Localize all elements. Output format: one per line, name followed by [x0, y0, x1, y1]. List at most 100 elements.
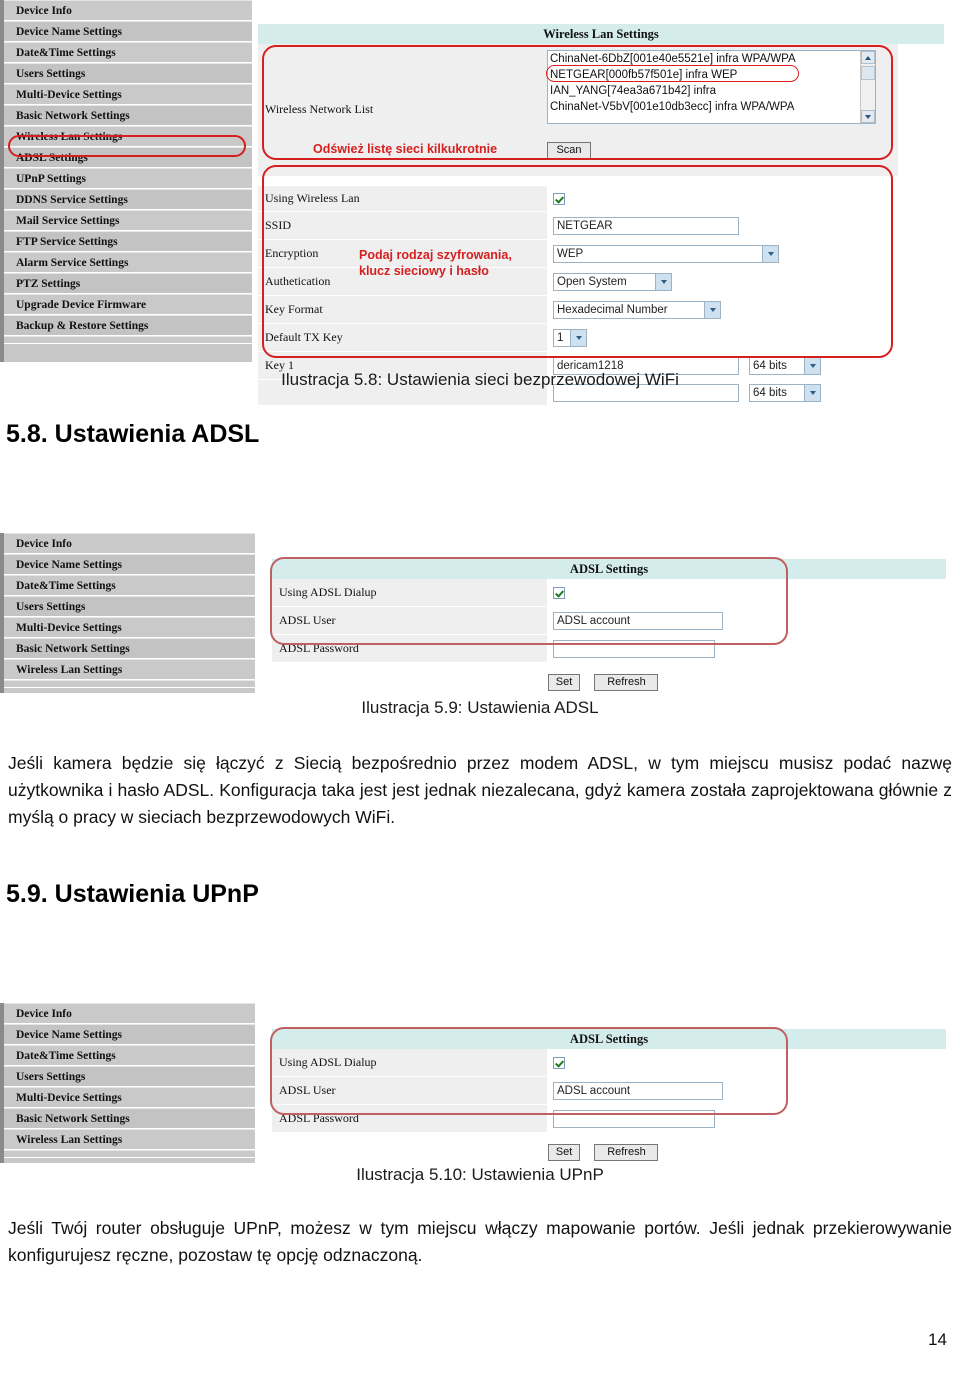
key-format-select[interactable]: Hexadecimal Number	[553, 300, 721, 319]
sidebar-item-label: Mail Service Settings	[16, 214, 120, 227]
sidebar-item-label: Device Name Settings	[16, 558, 123, 571]
sidebar-item-label: Wireless Lan Settings	[16, 663, 123, 676]
using-adsl-dialup-checkbox[interactable]	[553, 586, 565, 599]
sidebar-item-label: Wireless Lan Settings	[16, 1133, 123, 1146]
chevron-down-icon	[710, 308, 716, 312]
authetication-select[interactable]: Open System	[553, 272, 672, 291]
sidebar-item-basic-network-settings[interactable]: Basic Network Settings	[4, 1108, 255, 1129]
sidebar-item-ddns-service-settings[interactable]: DDNS Service Settings	[4, 189, 252, 210]
sidebar-item-multi-device-settings[interactable]: Multi-Device Settings	[4, 84, 252, 105]
sidebar-item-device-info[interactable]: Device Info	[4, 1003, 255, 1024]
sidebar-item-users-settings[interactable]: Users Settings	[4, 63, 252, 84]
sidebar-item-wireless-lan-settings[interactable]: Wireless Lan Settings	[4, 126, 252, 147]
wireless-network-listbox[interactable]: ChinaNet-6DbZ[001e40e5521e] infra WPA/WP…	[547, 50, 876, 124]
label-default-tx-key: Default TX Key	[258, 324, 547, 351]
scroll-up-icon[interactable]	[861, 51, 875, 64]
sidebar-item-users-settings[interactable]: Users Settings	[4, 1066, 255, 1087]
sidebar-item-wireless-lan-settings[interactable]: Wireless Lan Settings	[4, 659, 255, 680]
sidebar-item-device-name-settings[interactable]: Device Name Settings	[4, 1024, 255, 1045]
label-using-wireless-lan: Using Wireless Lan	[258, 186, 547, 211]
page-number: 14	[928, 1330, 947, 1349]
using-adsl-dialup-checkbox[interactable]	[553, 1056, 565, 1069]
adsl-buttons: Set Refresh	[548, 672, 659, 691]
adsl-user-input[interactable]: ADSL account	[553, 1081, 723, 1100]
row-default-tx-key: Default TX Key 1	[258, 324, 898, 352]
sidebar-item-date-time-settings[interactable]: Date&Time Settings	[4, 42, 252, 63]
encryption-select[interactable]: WEP	[553, 244, 779, 263]
sidebar-item-label: UPnP Settings	[16, 172, 86, 185]
using-wireless-lan-checkbox[interactable]	[553, 192, 565, 205]
sidebar-item-multi-device-settings[interactable]: Multi-Device Settings	[4, 617, 255, 638]
scan-button[interactable]: Scan	[547, 142, 591, 159]
device-sidebar-adsl[interactable]: Device Info Device Name Settings Date&Ti…	[0, 533, 255, 693]
row-adsl-password: ADSL Password	[272, 635, 787, 663]
annotation-encryption-line2: klucz sieciowy i hasło	[359, 264, 489, 278]
network-option[interactable]: IAN_YANG[74ea3a671b42] infra	[548, 83, 875, 99]
sidebar-item-backup-restore-settings[interactable]: Backup & Restore Settings	[4, 315, 252, 336]
network-option-selected[interactable]: NETGEAR[000fb57f501e] infra WEP	[548, 67, 875, 83]
adsl-password-input[interactable]	[553, 639, 715, 658]
adsl-password-input[interactable]	[553, 1109, 715, 1128]
sidebar-item-clipped	[4, 680, 255, 688]
device-sidebar-wifi[interactable]: Device Info Device Name Settings Date&Ti…	[0, 0, 252, 362]
adsl-user-input[interactable]: ADSL account	[553, 611, 723, 630]
refresh-button[interactable]: Refresh	[594, 1144, 659, 1161]
sidebar-item-device-info[interactable]: Device Info	[4, 0, 252, 21]
chevron-down-icon	[661, 280, 667, 284]
sidebar-item-device-name-settings[interactable]: Device Name Settings	[4, 554, 255, 575]
device-sidebar-upnp[interactable]: Device Info Device Name Settings Date&Ti…	[0, 1003, 255, 1163]
row-key-format: Key Format Hexadecimal Number	[258, 296, 898, 324]
sidebar-item-label: DDNS Service Settings	[16, 193, 128, 206]
label-using-adsl-dialup: Using ADSL Dialup	[272, 1049, 547, 1076]
scrollbar-thumb[interactable]	[861, 66, 875, 80]
default-tx-key-select-value: 1	[557, 331, 564, 344]
sidebar-item-device-info[interactable]: Device Info	[4, 533, 255, 554]
sidebar-item-label: Users Settings	[16, 600, 86, 613]
sidebar-item-multi-device-settings[interactable]: Multi-Device Settings	[4, 1087, 255, 1108]
default-tx-key-select[interactable]: 1	[553, 328, 587, 347]
sidebar-item-device-name-settings[interactable]: Device Name Settings	[4, 21, 252, 42]
ssid-input[interactable]: NETGEAR	[553, 216, 739, 235]
refresh-button[interactable]: Refresh	[594, 674, 659, 691]
sidebar-item-basic-network-settings[interactable]: Basic Network Settings	[4, 105, 252, 126]
set-button[interactable]: Set	[548, 1144, 580, 1161]
sidebar-item-wireless-lan-settings[interactable]: Wireless Lan Settings	[4, 1129, 255, 1150]
sidebar-item-basic-network-settings[interactable]: Basic Network Settings	[4, 638, 255, 659]
sidebar-item-date-time-settings[interactable]: Date&Time Settings	[4, 1045, 255, 1066]
sidebar-item-upgrade-device-firmware[interactable]: Upgrade Device Firmware	[4, 294, 252, 315]
listbox-scrollbar[interactable]	[860, 51, 875, 123]
sidebar-item-label: Device Info	[16, 4, 72, 17]
caption-figure-5-8: Ilustracja 5.8: Ustawienia sieci bezprze…	[281, 370, 679, 389]
heading-5-8: 5.8. Ustawienia ADSL	[6, 420, 260, 448]
sidebar-item-users-settings[interactable]: Users Settings	[4, 596, 255, 617]
scroll-down-icon[interactable]	[861, 110, 875, 123]
figure-wireless-lan-settings: Device Info Device Name Settings Date&Ti…	[0, 0, 955, 406]
sidebar-item-clipped	[4, 1150, 255, 1158]
label-adsl-password: ADSL Password	[272, 635, 547, 662]
network-option[interactable]: ChinaNet-V5bV[001e10db3ecc] infra WPA/WP…	[548, 99, 875, 115]
sidebar-item-date-time-settings[interactable]: Date&Time Settings	[4, 575, 255, 596]
sidebar-item-label: Backup & Restore Settings	[16, 319, 149, 332]
sidebar-item-label: Date&Time Settings	[16, 46, 116, 59]
sidebar-item-adsl-settings[interactable]: ADSL Settings	[4, 147, 252, 168]
sidebar-item-label: Upgrade Device Firmware	[16, 298, 147, 311]
wireless-lan-settings-panel: Wireless Lan Settings Wireless Network L…	[258, 24, 955, 406]
set-button[interactable]: Set	[548, 674, 580, 691]
authetication-select-value: Open System	[557, 275, 627, 288]
sidebar-item-upnp-settings[interactable]: UPnP Settings	[4, 168, 252, 189]
upnp-adsl-buttons: Set Refresh	[548, 1142, 659, 1161]
sidebar-item-ftp-service-settings[interactable]: FTP Service Settings	[4, 231, 252, 252]
network-option[interactable]: ChinaNet-6DbZ[001e40e5521e] infra WPA/WP…	[548, 51, 875, 67]
sidebar-item-label: Date&Time Settings	[16, 1049, 116, 1062]
row-ssid: SSID NETGEAR	[258, 212, 898, 240]
upnp-adsl-settings-rows: Using ADSL Dialup ADSL User ADSL account…	[272, 1049, 787, 1133]
key-format-select-value: Hexadecimal Number	[557, 303, 668, 316]
sidebar-item-alarm-service-settings[interactable]: Alarm Service Settings	[4, 252, 252, 273]
sidebar-item-label: Wireless Lan Settings	[16, 130, 123, 143]
sidebar-item-mail-service-settings[interactable]: Mail Service Settings	[4, 210, 252, 231]
sidebar-item-ptz-settings[interactable]: PTZ Settings	[4, 273, 252, 294]
upnp-adsl-settings-panel: ADSL Settings Using ADSL Dialup ADSL Use…	[272, 1029, 946, 1163]
sidebar-item-clipped	[4, 336, 252, 344]
heading-5-9: 5.9. Ustawienia UPnP	[6, 880, 259, 908]
adsl-settings-rows: Using ADSL Dialup ADSL User ADSL account…	[272, 579, 787, 663]
